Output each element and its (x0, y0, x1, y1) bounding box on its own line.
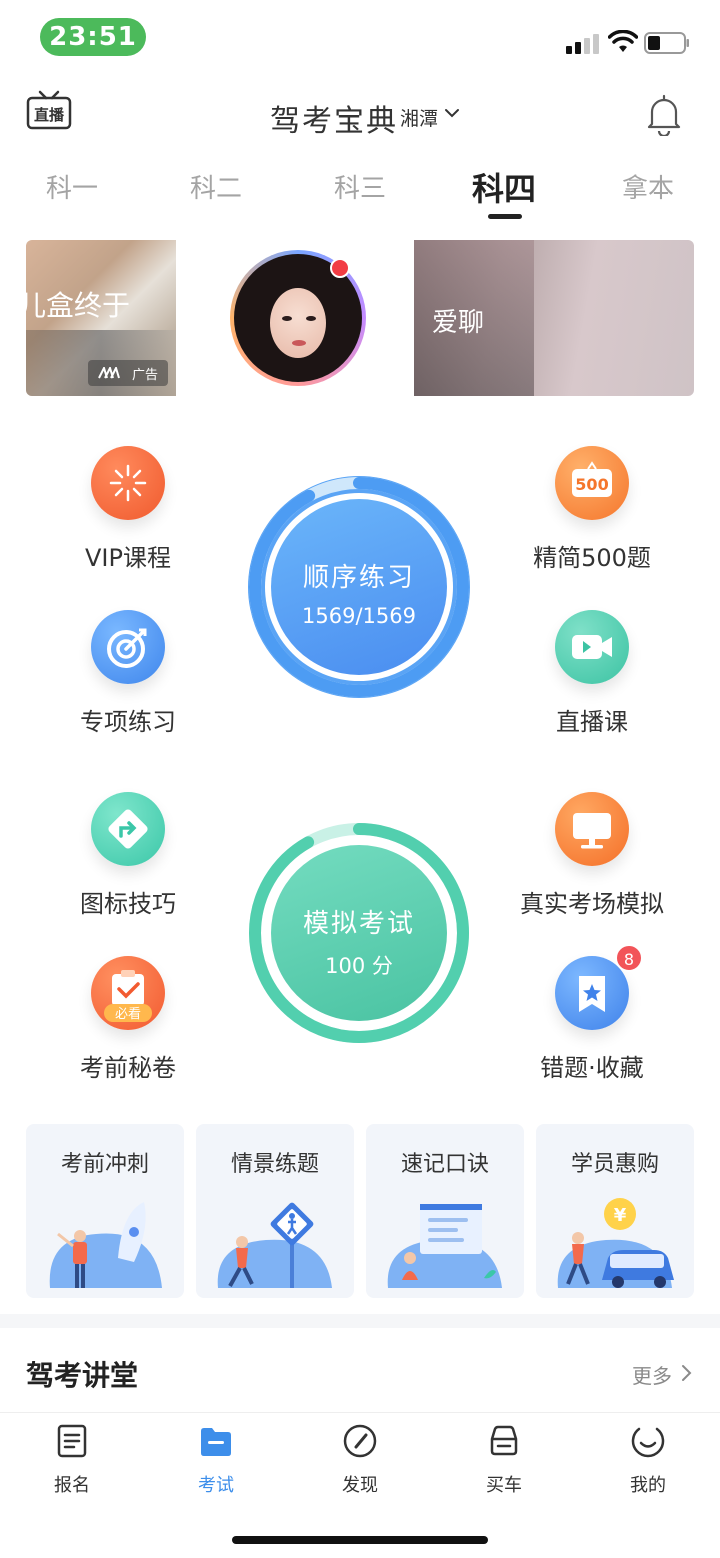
live-label: 直播 (34, 106, 65, 124)
vip-sparkle-icon (91, 446, 165, 520)
card-exam-sprint[interactable]: 考前冲刺 (26, 1124, 184, 1298)
nav-exam[interactable]: 考试 (166, 1423, 266, 1497)
ad-banner-text: 儿盒终于 (26, 289, 131, 322)
wrong-count-badge: 8 (615, 944, 643, 972)
wrong-favorites-label: 错题·收藏 (540, 1054, 644, 1082)
sequence-practice-title: 顺序练习 (302, 563, 415, 593)
bookmark-star-icon: 8 (555, 944, 643, 1030)
ad-label: 广告 (132, 368, 159, 383)
feature-special-practice[interactable]: 专项练习 (28, 610, 228, 737)
app-header: 直播 驾考宝典 湘潭 (0, 80, 720, 150)
live-course-label: 直播课 (556, 708, 628, 736)
sequence-practice-progress: 1569/1569 (302, 604, 416, 628)
tab-ke-si[interactable]: 科四 (454, 164, 554, 210)
feature-sign-tips[interactable]: 图标技巧 (28, 792, 228, 919)
monitor-icon (555, 792, 629, 866)
nav-buy-car[interactable]: 买车 (454, 1423, 554, 1497)
smile-icon (631, 1427, 665, 1458)
feature-wrong-favorites[interactable]: 8 错题·收藏 (492, 944, 692, 1083)
nav-buy-car-label: 买车 (486, 1475, 522, 1496)
feature-real-exam-sim[interactable]: 真实考场模拟 (492, 792, 692, 919)
tab-ke-san[interactable]: 科三 (310, 168, 410, 205)
card-quick-mnemonics[interactable]: 速记口诀 (366, 1124, 524, 1298)
target-icon (91, 610, 165, 684)
signal-icon (566, 32, 602, 54)
bell-icon[interactable] (644, 92, 684, 136)
coin-symbol: ¥ (614, 1205, 627, 1226)
nav-signup-label: 报名 (54, 1475, 90, 1496)
real-exam-sim-label: 真实考场模拟 (520, 890, 664, 918)
board-illustration-icon (387, 1204, 502, 1288)
sequence-practice-button[interactable]: 顺序练习 1569/1569 (248, 476, 470, 698)
form-icon (57, 1424, 87, 1458)
nav-signup[interactable]: 报名 (22, 1423, 122, 1497)
feature-vip-course[interactable]: VIP课程 (28, 446, 228, 573)
card-scenario-practice-title: 情景练题 (230, 1152, 319, 1177)
tab-na-ben[interactable]: 拿本 (598, 168, 698, 205)
sign-tips-label: 图标技巧 (80, 890, 176, 918)
compass-icon (343, 1424, 377, 1458)
live-tv-icon[interactable]: 直播 (26, 90, 72, 132)
chevron-right-icon[interactable] (680, 1364, 692, 1382)
mock-exam-score: 100 分 (325, 954, 393, 978)
city-selector[interactable]: 湘潭 (400, 104, 438, 131)
ad-logo-icon (98, 367, 120, 379)
active-tab-indicator (488, 214, 522, 219)
card-student-deals[interactable]: 学员惠购 ¥ (536, 1124, 694, 1298)
mock-exam-button[interactable]: 模拟考试 100 分 (248, 822, 470, 1044)
tab-ke-er[interactable]: 科二 (166, 168, 266, 205)
jingjian-label: 精简500题 (533, 544, 651, 572)
feature-jingjian-500[interactable]: 500 精简500题 (492, 446, 692, 573)
rocket-illustration-icon (49, 1202, 162, 1288)
card-student-deals-title: 学员惠购 (570, 1152, 659, 1177)
status-time: 23:51 (40, 18, 146, 56)
video-camera-icon (555, 610, 629, 684)
mock-exam-title: 模拟考试 (302, 909, 415, 939)
ad-badge: 广告 (88, 360, 168, 386)
car-coin-illustration-icon: ¥ (557, 1198, 674, 1288)
card-exam-sprint-title: 考前冲刺 (60, 1152, 149, 1177)
folder-icon (201, 1428, 231, 1456)
nav-profile-label: 我的 (630, 1475, 666, 1496)
nav-profile[interactable]: 我的 (598, 1423, 698, 1497)
special-practice-label: 专项练习 (80, 708, 176, 736)
must-see-label: 必看 (115, 1006, 141, 1022)
status-bar: 23:51 (0, 0, 720, 72)
nav-discover-label: 发现 (342, 1475, 378, 1496)
lecture-more-link[interactable]: 更多 (632, 1360, 672, 1389)
card-quick-mnemonics-title: 速记口诀 (400, 1152, 489, 1177)
pre-exam-paper-label: 考前秘卷 (80, 1054, 176, 1082)
feature-live-course[interactable]: 直播课 (492, 610, 692, 737)
wifi-icon (608, 30, 638, 52)
live-indicator-dot (330, 258, 350, 278)
five-hundred-icon-text: 500 (575, 475, 608, 494)
pedestrian-sign-illustration-icon (217, 1202, 332, 1288)
subject-tabs: 科一 科二 科三 科四 拿本 (0, 160, 720, 224)
clipboard-check-icon: 必看 (91, 956, 165, 1030)
car-icon (490, 1425, 518, 1456)
app-title: 驾考宝典 (270, 104, 398, 139)
ad-banner-left[interactable]: 儿盒终于 广告 (26, 240, 176, 396)
nav-exam-label: 考试 (198, 1475, 234, 1496)
five-hundred-icon: 500 (555, 446, 629, 520)
feature-pre-exam-paper[interactable]: 必看 考前秘卷 (28, 956, 228, 1083)
home-indicator[interactable] (232, 1536, 488, 1544)
tab-ke-yi[interactable]: 科一 (22, 168, 122, 205)
road-sign-icon (91, 792, 165, 866)
battery-icon (644, 32, 689, 54)
live-banner-right[interactable]: 爱聊 (414, 240, 694, 396)
live-banner-text: 爱聊 (432, 308, 485, 338)
section-divider (0, 1314, 720, 1328)
card-scenario-practice[interactable]: 情景练题 (196, 1124, 354, 1298)
lecture-section-title: 驾考讲堂 (26, 1359, 139, 1392)
chevron-down-icon[interactable] (444, 106, 460, 120)
vip-course-label: VIP课程 (85, 544, 171, 572)
nav-discover[interactable]: 发现 (310, 1423, 410, 1497)
